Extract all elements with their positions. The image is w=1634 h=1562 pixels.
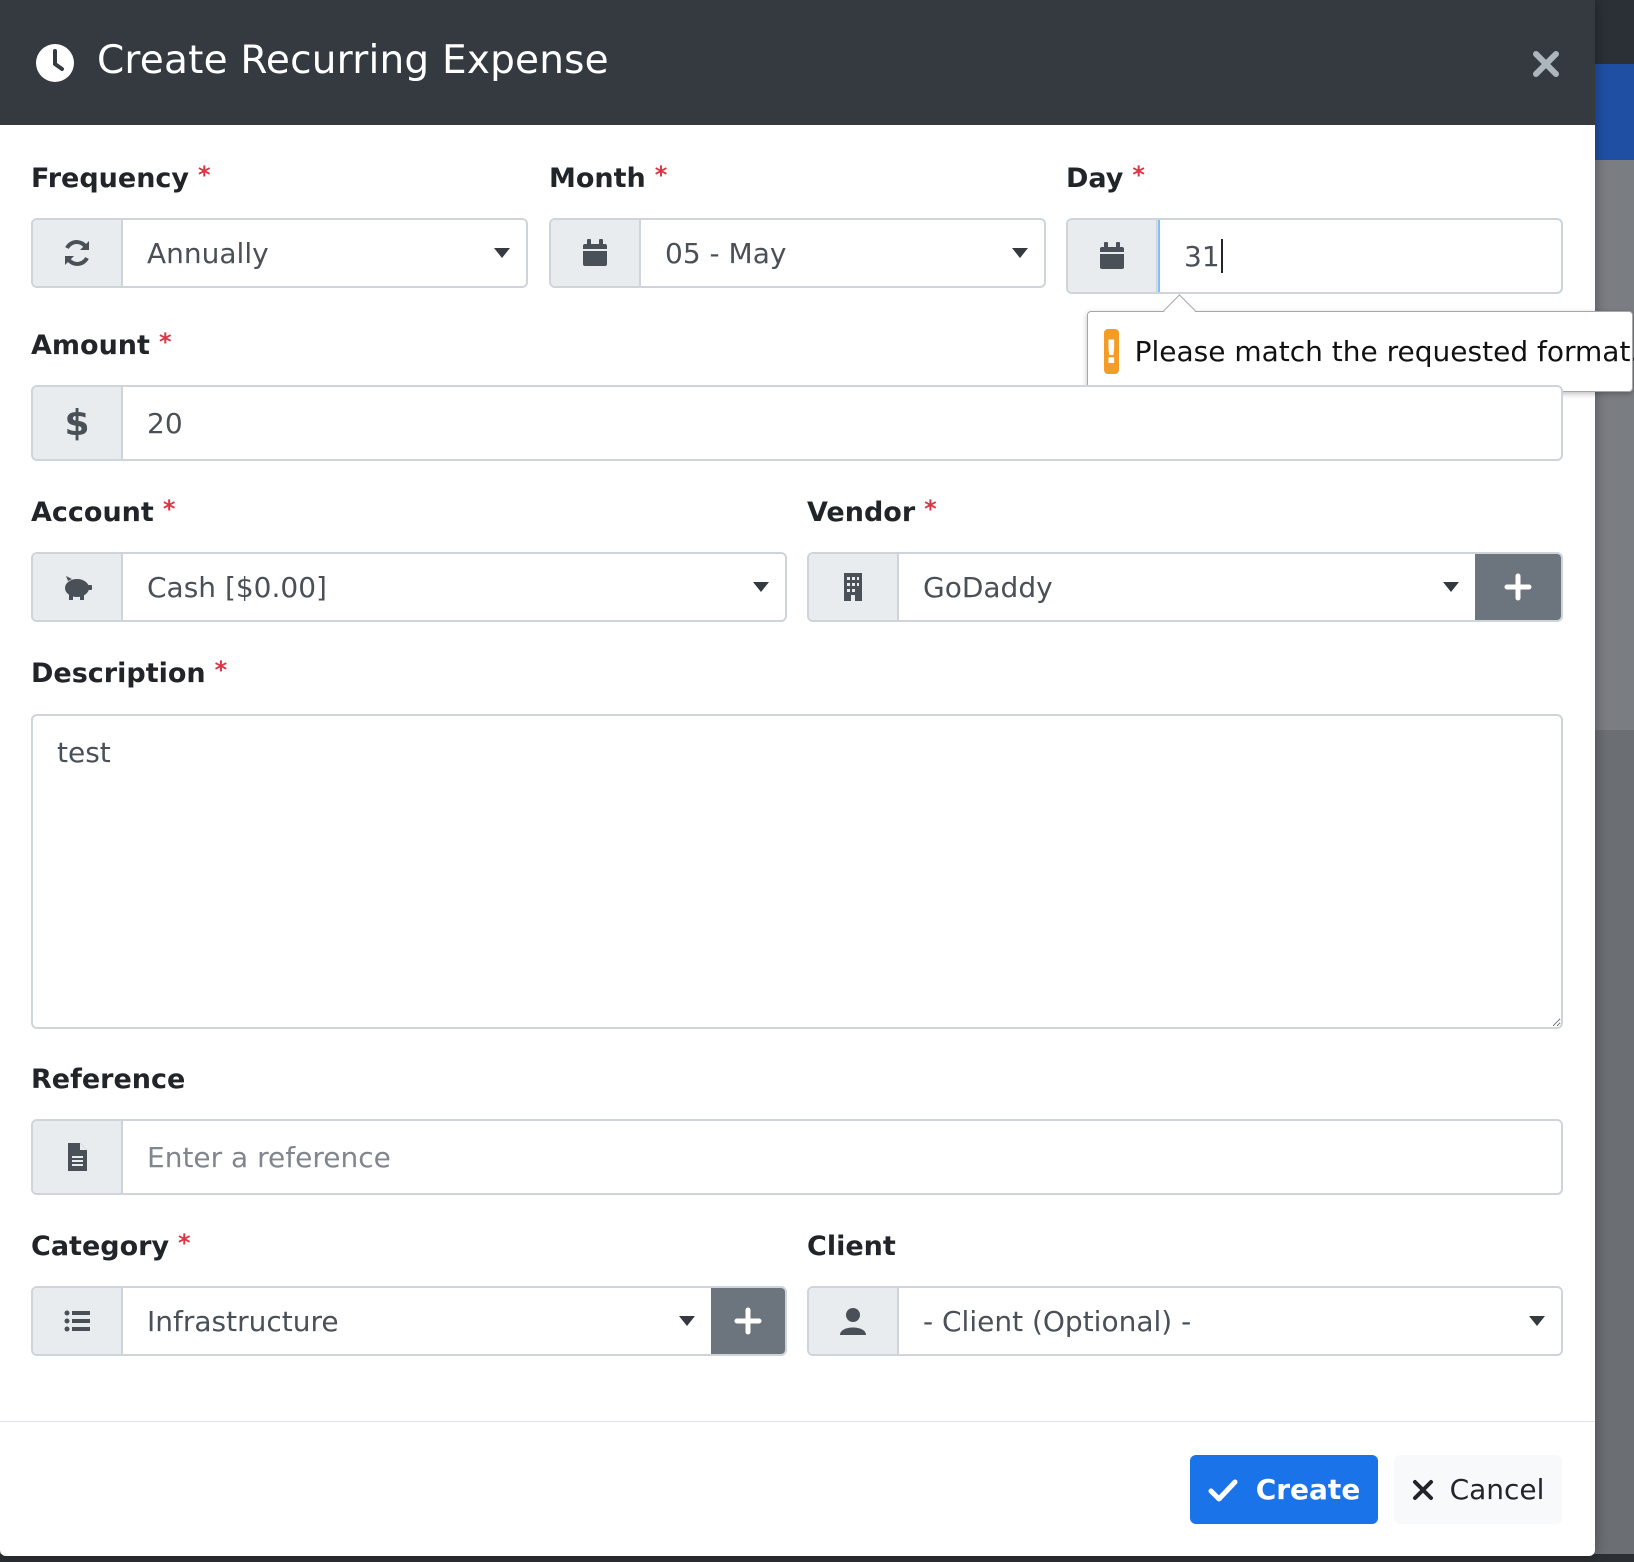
amount-label-text: Amount [31, 330, 150, 361]
cancel-button-label: Cancel [1449, 1473, 1545, 1506]
chevron-down-icon [753, 582, 769, 592]
required-marker: * [158, 328, 172, 356]
create-recurring-expense-modal: Create Recurring Expense Frequency * Annu… [0, 0, 1634, 1556]
add-category-button[interactable] [711, 1288, 785, 1354]
frequency-label: Frequency * [31, 161, 211, 194]
add-vendor-button[interactable] [1475, 554, 1561, 620]
reference-group: Enter a reference [31, 1119, 1563, 1195]
plus-icon [1504, 573, 1532, 601]
cancel-button[interactable]: Cancel [1394, 1455, 1562, 1524]
file-icon [33, 1121, 123, 1193]
create-button-label: Create [1255, 1473, 1361, 1506]
amount-label: Amount * [31, 328, 172, 361]
month-value: 05 - May [641, 220, 1044, 286]
background-panel [1595, 160, 1634, 730]
close-icon [1412, 1479, 1433, 1500]
description-textarea[interactable]: test [31, 714, 1563, 1029]
required-marker: * [198, 161, 211, 189]
month-label: Month * [549, 161, 668, 194]
dollar-icon-glyph: $ [64, 402, 90, 444]
account-value-text: Cash [$0.00] [147, 570, 327, 604]
required-marker: * [162, 495, 176, 523]
dollar-icon: $ [33, 387, 123, 459]
frequency-value-text: Annually [147, 236, 269, 270]
reference-input[interactable]: Enter a reference [123, 1121, 1561, 1193]
validation-message: Please match the requested format. [1134, 335, 1634, 368]
plus-icon [734, 1307, 762, 1335]
month-select[interactable]: 05 - May [549, 218, 1046, 288]
list-icon [33, 1288, 123, 1354]
day-group: 31 [1066, 218, 1563, 294]
background-button [1595, 64, 1634, 160]
chevron-down-icon [494, 248, 510, 258]
amount-group: $ 20 [31, 385, 1563, 461]
account-label: Account * [31, 495, 176, 528]
description-label: Description * [31, 656, 228, 689]
close-icon[interactable] [1526, 44, 1566, 84]
calendar-icon [551, 220, 641, 286]
required-marker: * [214, 656, 228, 684]
create-button[interactable]: Create [1190, 1455, 1378, 1524]
amount-input[interactable]: 20 [123, 387, 1561, 459]
sync-icon [33, 220, 123, 286]
month-label-text: Month [549, 163, 646, 194]
user-icon [809, 1288, 899, 1354]
account-select[interactable]: Cash [$0.00] [31, 552, 787, 622]
description-label-text: Description [31, 658, 206, 689]
required-marker: * [1132, 161, 1145, 189]
text-cursor [1220, 239, 1223, 273]
client-label-text: Client [807, 1231, 896, 1262]
chevron-down-icon [1012, 248, 1028, 258]
category-group: Infrastructure [31, 1286, 787, 1356]
client-value: - Client (Optional) - [899, 1288, 1561, 1354]
background-topbar [1595, 0, 1634, 64]
category-label: Category * [31, 1229, 191, 1262]
day-label: Day * [1066, 161, 1145, 194]
vendor-group: GoDaddy [807, 552, 1563, 622]
exclamation-icon: ! [1104, 329, 1119, 374]
calendar-icon [1068, 220, 1158, 292]
validation-tooltip: ! Please match the requested format. [1087, 311, 1634, 392]
chevron-down-icon [679, 1316, 695, 1326]
category-label-text: Category [31, 1231, 170, 1262]
category-select[interactable]: Infrastructure [123, 1288, 711, 1354]
day-value-text: 31 [1184, 239, 1220, 273]
background-app [1595, 0, 1634, 1562]
required-marker: * [654, 161, 668, 189]
day-input[interactable]: 31 [1158, 220, 1561, 292]
reference-label-text: Reference [31, 1064, 186, 1095]
clock-icon [34, 42, 76, 84]
reference-placeholder: Enter a reference [147, 1140, 391, 1174]
account-label-text: Account [31, 497, 154, 528]
chevron-down-icon [1443, 582, 1459, 592]
required-marker: * [924, 495, 937, 523]
vendor-label-text: Vendor [807, 497, 916, 528]
chevron-down-icon [1529, 1316, 1545, 1326]
frequency-select[interactable]: Annually [31, 218, 528, 288]
required-marker: * [178, 1229, 191, 1257]
account-value: Cash [$0.00] [123, 554, 785, 620]
piggy-bank-icon [33, 554, 123, 620]
building-icon [809, 554, 899, 620]
client-value-text: - Client (Optional) - [923, 1304, 1192, 1338]
frequency-value: Annually [123, 220, 526, 286]
vendor-select[interactable]: GoDaddy [899, 554, 1475, 620]
frequency-label-text: Frequency [31, 163, 190, 194]
vendor-label: Vendor * [807, 495, 937, 528]
vendor-value-text: GoDaddy [923, 570, 1053, 604]
client-select[interactable]: - Client (Optional) - [807, 1286, 1563, 1356]
client-label: Client [807, 1231, 896, 1262]
modal-header: Create Recurring Expense [0, 0, 1595, 125]
day-label-text: Day [1066, 163, 1124, 194]
modal-footer-divider [0, 1421, 1595, 1422]
month-value-text: 05 - May [665, 236, 787, 270]
reference-label: Reference [31, 1064, 185, 1095]
modal-title: Create Recurring Expense [97, 38, 609, 83]
category-value-text: Infrastructure [147, 1304, 339, 1338]
check-icon [1208, 1479, 1238, 1501]
amount-value-text: 20 [147, 406, 183, 440]
